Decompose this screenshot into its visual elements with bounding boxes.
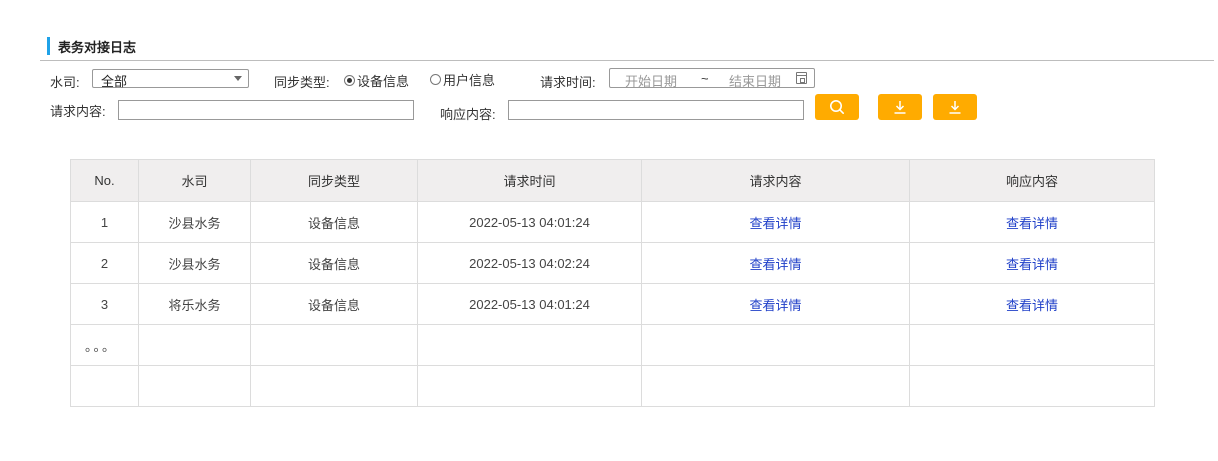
response-content-label: 响应内容: — [440, 107, 496, 122]
cell-no: 2 — [70, 242, 139, 284]
empty-cell — [70, 365, 139, 407]
view-request-detail-link[interactable]: 查看详情 — [749, 298, 801, 313]
cell-request-content: 查看详情 — [641, 242, 910, 284]
water-company-label: 水司: — [50, 75, 80, 90]
sync-option-user[interactable]: 用户信息 — [430, 70, 495, 89]
table-row: 。。。 — [70, 324, 1155, 366]
table-row: 2 沙县水务 设备信息 2022-05-13 04:02:24 查看详情 查看详… — [70, 242, 1155, 284]
cell-no: 1 — [70, 201, 139, 243]
end-date-input[interactable]: 结束日期 — [729, 71, 781, 90]
view-request-detail-link[interactable]: 查看详情 — [749, 216, 801, 231]
empty-cell — [250, 324, 418, 366]
start-date-input[interactable]: 开始日期 — [625, 71, 677, 90]
cell-no: 3 — [70, 283, 139, 325]
title-divider — [40, 60, 1214, 61]
cell-sync-type: 设备信息 — [250, 201, 418, 243]
empty-cell — [909, 365, 1155, 407]
table-header-row: No. 水司 同步类型 请求时间 请求内容 响应内容 — [70, 159, 1155, 202]
view-response-detail-link[interactable]: 查看详情 — [1006, 257, 1058, 272]
column-header-response-content: 响应内容 — [909, 159, 1155, 202]
water-company-select[interactable]: 全部 — [92, 69, 249, 89]
export-button[interactable] — [933, 94, 977, 120]
sync-type-label: 同步类型: — [274, 75, 330, 90]
cell-request-content: 查看详情 — [641, 201, 910, 243]
cell-request-time: 2022-05-13 04:02:24 — [417, 242, 642, 284]
sync-option-device[interactable]: 设备信息 — [344, 71, 409, 90]
request-content-label: 请求内容: — [50, 104, 106, 119]
radio-checked-icon — [344, 75, 355, 86]
cell-response-content: 查看详情 — [909, 283, 1155, 325]
column-header-no: No. — [70, 159, 139, 202]
download-button[interactable] — [878, 94, 922, 120]
cell-response-content: 查看详情 — [909, 242, 1155, 284]
download-icon — [949, 101, 961, 114]
table-row — [70, 365, 1155, 407]
table-row: 1 沙县水务 设备信息 2022-05-13 04:01:24 查看详情 查看详… — [70, 201, 1155, 243]
title-accent-bar — [47, 37, 50, 55]
download-icon — [894, 101, 906, 114]
log-table: No. 水司 同步类型 请求时间 请求内容 响应内容 1 沙县水务 设备信息 2… — [70, 159, 1155, 407]
view-response-detail-link[interactable]: 查看详情 — [1006, 216, 1058, 231]
cell-company: 沙县水务 — [138, 201, 251, 243]
ellipsis-cell: 。。。 — [70, 324, 139, 366]
page-title: 表务对接日志 — [58, 39, 137, 55]
view-response-detail-link[interactable]: 查看详情 — [1006, 298, 1058, 313]
column-header-company: 水司 — [138, 159, 251, 202]
column-header-request-content: 请求内容 — [641, 159, 910, 202]
search-icon — [830, 100, 844, 114]
empty-cell — [138, 365, 251, 407]
empty-cell — [417, 365, 642, 407]
date-separator: ~ — [701, 71, 709, 86]
empty-cell — [250, 365, 418, 407]
cell-sync-type: 设备信息 — [250, 283, 418, 325]
section-title: 表务对接日志 — [47, 37, 136, 55]
view-request-detail-link[interactable]: 查看详情 — [749, 257, 801, 272]
cell-sync-type: 设备信息 — [250, 242, 418, 284]
request-time-label: 请求时间: — [540, 75, 596, 90]
radio-unchecked-icon — [430, 74, 441, 85]
response-content-input[interactable] — [508, 100, 804, 120]
cell-company: 沙县水务 — [138, 242, 251, 284]
search-button[interactable] — [815, 94, 859, 120]
sync-option-device-label: 设备信息 — [357, 74, 410, 89]
cell-company: 将乐水务 — [138, 283, 251, 325]
cell-request-time: 2022-05-13 04:01:24 — [417, 283, 642, 325]
empty-cell — [641, 365, 910, 407]
sync-option-user-label: 用户信息 — [443, 73, 496, 88]
column-header-sync-type: 同步类型 — [250, 159, 418, 202]
cell-request-content: 查看详情 — [641, 283, 910, 325]
column-header-request-time: 请求时间 — [417, 159, 642, 202]
cell-response-content: 查看详情 — [909, 201, 1155, 243]
request-time-range[interactable]: 开始日期 ~ 结束日期 — [609, 68, 815, 90]
table-row: 3 将乐水务 设备信息 2022-05-13 04:01:24 查看详情 查看详… — [70, 283, 1155, 325]
chevron-down-icon — [234, 76, 242, 81]
empty-cell — [641, 324, 910, 366]
cell-request-time: 2022-05-13 04:01:24 — [417, 201, 642, 243]
request-content-input[interactable] — [118, 100, 414, 120]
empty-cell — [417, 324, 642, 366]
water-company-value: 全部 — [101, 74, 128, 89]
empty-cell — [138, 324, 251, 366]
empty-cell — [909, 324, 1155, 366]
calendar-icon[interactable] — [796, 72, 807, 84]
